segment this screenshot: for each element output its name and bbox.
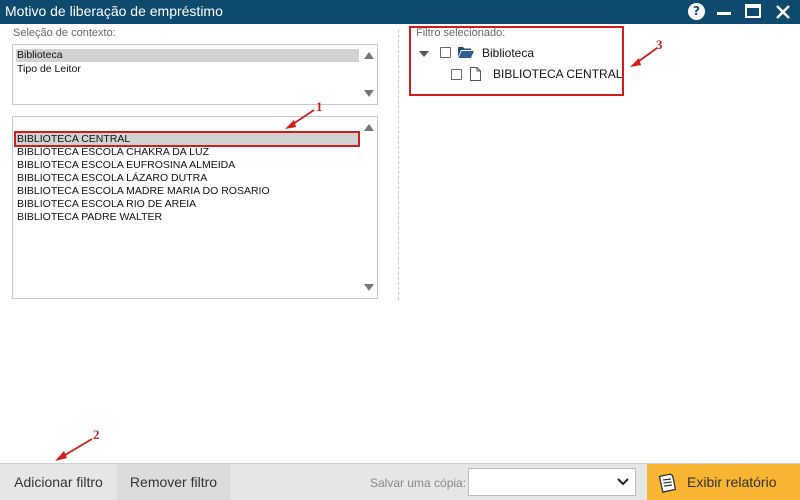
maximize-icon xyxy=(745,4,761,18)
annotation-arrow-1 xyxy=(285,109,315,129)
context-list-scrollbar[interactable] xyxy=(360,45,377,104)
library-item[interactable]: BIBLIOTECA ESCOLA MADRE MARIA DO ROSARIO xyxy=(16,185,359,198)
close-button[interactable] xyxy=(774,3,792,21)
context-item-tipo-leitor[interactable]: Tipo de Leitor xyxy=(16,63,359,76)
maximize-button[interactable] xyxy=(745,3,763,21)
chevron-down-icon xyxy=(617,478,629,486)
remove-filter-button[interactable]: Remover filtro xyxy=(117,464,230,500)
scroll-down-icon[interactable] xyxy=(364,284,374,291)
report-icon xyxy=(658,473,677,493)
app-window: Motivo de liberação de empréstimo ? Sele… xyxy=(0,0,800,500)
context-list[interactable]: Biblioteca Tipo de Leitor xyxy=(12,44,378,105)
show-report-label: Exibir relatório xyxy=(687,474,777,490)
show-report-button[interactable]: Exibir relatório xyxy=(647,464,800,500)
minimize-button[interactable] xyxy=(716,3,734,21)
context-label: Seleção de contexto: xyxy=(13,27,116,39)
scroll-down-icon[interactable] xyxy=(364,90,374,97)
annotation-number-1: 1 xyxy=(316,99,323,114)
library-item[interactable]: BIBLIOTECA ESCOLA CHAKRA DA LUZ xyxy=(16,146,359,159)
library-item[interactable]: BIBLIOTECA ESCOLA RIO DE AREIA xyxy=(16,198,359,211)
library-list-scrollbar[interactable] xyxy=(360,117,377,298)
help-button[interactable]: ? xyxy=(688,3,706,21)
panel-divider xyxy=(398,30,399,300)
annotation-arrow-2 xyxy=(55,438,93,461)
close-icon xyxy=(776,5,790,19)
annotation-arrow-3 xyxy=(630,47,658,67)
add-filter-button[interactable]: Adicionar filtro xyxy=(0,464,117,500)
annotation-box-3 xyxy=(409,26,624,96)
window-title: Motivo de liberação de empréstimo xyxy=(5,3,223,19)
scroll-up-icon[interactable] xyxy=(364,124,374,131)
title-bar: Motivo de liberação de empréstimo ? xyxy=(0,0,800,24)
help-icon: ? xyxy=(688,3,705,20)
save-copy-select[interactable] xyxy=(468,468,636,496)
library-item[interactable]: BIBLIOTECA PADRE WALTER xyxy=(16,211,359,224)
annotation-box-1 xyxy=(14,131,360,147)
footer-bar: Adicionar filtro Remover filtro Salvar u… xyxy=(0,463,800,500)
scroll-up-icon[interactable] xyxy=(364,52,374,59)
library-item[interactable]: BIBLIOTECA ESCOLA LÁZARO DUTRA xyxy=(16,172,359,185)
context-item-biblioteca[interactable]: Biblioteca xyxy=(16,49,359,62)
library-item[interactable]: BIBLIOTECA ESCOLA EUFROSINA ALMEIDA xyxy=(16,159,359,172)
save-copy-label: Salvar uma cópia: xyxy=(370,476,467,490)
minimize-icon xyxy=(717,12,731,15)
